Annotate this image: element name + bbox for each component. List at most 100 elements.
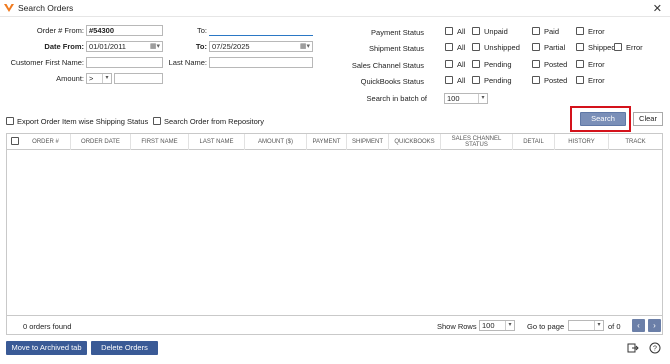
payment-paid-label: Paid [544,27,560,36]
order-from-input[interactable]: #54300 [86,25,163,36]
help-icon[interactable]: ? [649,342,661,354]
quickbooks-pending-label: Pending [484,76,512,85]
move-to-archived-button[interactable]: Move to Archived tab [6,341,87,355]
title-bar: Search Orders ✕ [0,0,670,17]
sales-channel-all-checkbox[interactable] [445,60,453,68]
date-to-input[interactable]: 07/25/2025 ▦▾ [209,41,313,52]
sales-channel-all-label: All [457,60,466,69]
app-logo-icon [4,4,14,12]
amount-label: Amount: [56,74,84,83]
quickbooks-status-label: QuickBooks Status [360,77,424,86]
exit-icon[interactable] [627,342,639,354]
sales-channel-posted-label: Posted [544,60,568,69]
batch-label: Search in batch of [366,94,427,103]
column-header-order[interactable]: ORDER # [21,134,71,150]
sales-channel-posted-checkbox[interactable] [532,60,540,68]
sales-channel-pending-label: Pending [484,60,512,69]
show-rows-label: Show Rows [437,322,477,331]
sales-channel-error-label: Error [588,60,605,69]
clear-button[interactable]: Clear [633,112,663,126]
date-to-label: To: [195,42,207,51]
shipment-error-checkbox[interactable] [614,43,622,51]
column-header-track[interactable]: TRACK [609,134,662,150]
chevron-down-icon: ▾ [594,321,603,330]
column-header-quickbooks[interactable]: QUICKBOOKS [389,134,441,150]
payment-unpaid-label: Unpaid [484,27,508,36]
sales-channel-error-checkbox[interactable] [576,60,584,68]
last-name-input[interactable] [209,57,313,68]
shipment-partial-checkbox[interactable] [532,43,540,51]
select-all-checkbox[interactable] [11,137,19,145]
order-to-label: To: [196,26,207,35]
prev-page-button[interactable]: ‹ [632,319,645,332]
shipment-error-label: Error [626,43,643,52]
payment-all-label: All [457,27,466,36]
payment-error-checkbox[interactable] [576,27,584,35]
export-item-shipping-label: Export Order Item wise Shipping Status [17,117,149,126]
column-header-last-name[interactable]: LAST NAME [189,134,245,150]
goto-page-label: Go to page [527,322,565,331]
amount-input[interactable] [114,73,163,84]
order-to-input[interactable] [209,25,313,36]
first-name-label: Customer First Name: [10,58,84,67]
quickbooks-error-checkbox[interactable] [576,76,584,84]
svg-text:?: ? [653,346,657,353]
shipment-unshipped-checkbox[interactable] [472,43,480,51]
first-name-input[interactable] [86,57,163,68]
date-from-label: Date From: [44,42,84,51]
quickbooks-all-checkbox[interactable] [445,76,453,84]
show-rows-select[interactable]: 100 ▾ [479,320,515,331]
page-select[interactable]: ▾ [568,320,604,331]
column-header-payment[interactable]: PAYMENT [307,134,347,150]
calendar-icon[interactable]: ▦▾ [300,42,310,51]
delete-orders-button[interactable]: Delete Orders [91,341,158,355]
last-name-label: Last Name: [168,58,207,67]
chevron-down-icon: ▾ [505,321,514,330]
shipment-all-checkbox[interactable] [445,43,453,51]
column-header-first-name[interactable]: FIRST NAME [131,134,189,150]
shipment-all-label: All [457,43,466,52]
payment-all-checkbox[interactable] [445,27,453,35]
date-from-input[interactable]: 01/01/2011 ▦▾ [86,41,163,52]
column-header-sales-channel-status[interactable]: SALES CHANNEL STATUS [441,134,513,150]
quickbooks-posted-checkbox[interactable] [532,76,540,84]
orders-grid: ORDER # ORDER DATE FIRST NAME LAST NAME … [6,133,663,335]
page-count: of 0 [608,322,621,331]
column-header-detail[interactable]: DETAIL [513,134,555,150]
payment-status-label: Payment Status [371,28,424,37]
column-header-history[interactable]: HISTORY [555,134,609,150]
close-icon[interactable]: ✕ [653,2,662,15]
batch-size-select[interactable]: 100 ▾ [444,93,488,104]
shipment-unshipped-label: Unshipped [484,43,520,52]
search-button-highlight [570,106,631,132]
next-page-button[interactable]: › [648,319,661,332]
payment-unpaid-checkbox[interactable] [472,27,480,35]
shipment-partial-label: Partial [544,43,566,52]
search-repository-label: Search Order from Repository [164,117,265,126]
quickbooks-pending-checkbox[interactable] [472,76,480,84]
sales-channel-status-label: Sales Channel Status [351,61,424,70]
amount-operator-select[interactable]: > ▾ [86,73,112,84]
calendar-icon[interactable]: ▦▾ [150,42,160,51]
column-header-order-date[interactable]: ORDER DATE [71,134,131,150]
export-item-shipping-checkbox[interactable] [6,117,14,125]
payment-paid-checkbox[interactable] [532,27,540,35]
chevron-down-icon: ▾ [102,74,111,83]
order-from-label: Order # From: [36,26,84,35]
shipment-shipped-label: Shipped [588,43,616,52]
search-repository-checkbox[interactable] [153,117,161,125]
window-title: Search Orders [18,3,74,13]
quickbooks-error-label: Error [588,76,605,85]
quickbooks-posted-label: Posted [544,76,568,85]
order-count: 0 orders found [23,322,72,331]
shipment-shipped-checkbox[interactable] [576,43,584,51]
payment-error-label: Error [588,27,605,36]
shipment-status-label: Shipment Status [368,44,424,53]
chevron-down-icon: ▾ [478,94,487,103]
column-header-shipment[interactable]: SHIPMENT [347,134,389,150]
quickbooks-all-label: All [457,76,466,85]
column-header-amount[interactable]: AMOUNT ($) [245,134,307,150]
sales-channel-pending-checkbox[interactable] [472,60,480,68]
grid-footer: 0 orders found Show Rows 100 ▾ Go to pag… [7,315,662,334]
grid-header: ORDER # ORDER DATE FIRST NAME LAST NAME … [7,134,662,150]
